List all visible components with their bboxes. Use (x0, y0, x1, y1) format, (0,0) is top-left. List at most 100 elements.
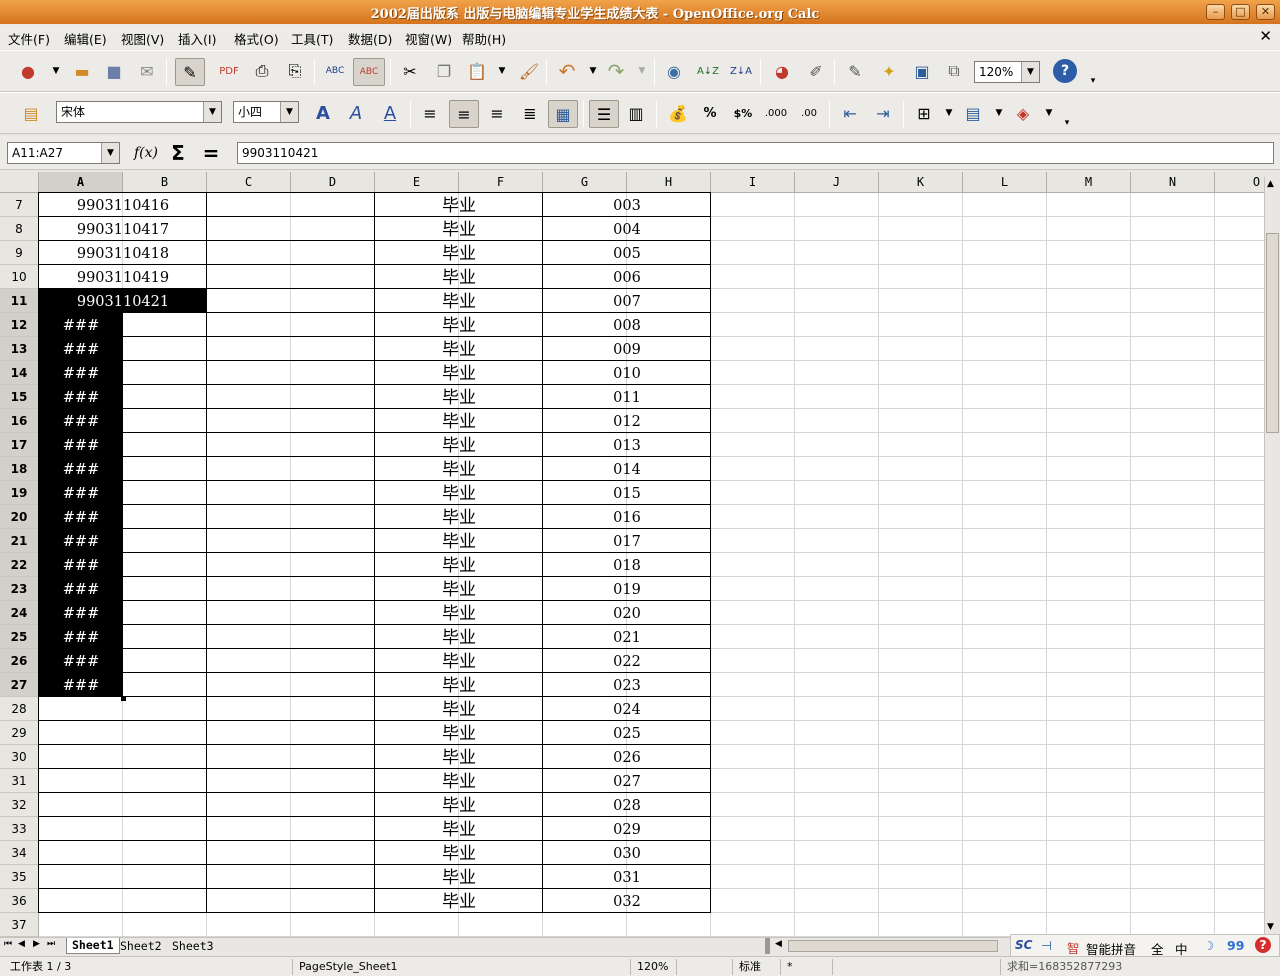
save-icon[interactable]: ■ (102, 59, 126, 83)
copy-icon[interactable]: ❐ (432, 59, 456, 83)
status-cell[interactable]: 毕业 (375, 361, 543, 385)
borders-dropdown-icon[interactable]: ▼ (937, 101, 961, 125)
status-cell[interactable]: 毕业 (375, 625, 543, 649)
column-header-f[interactable]: F (459, 172, 543, 193)
font-size-select[interactable]: 小四 ▼ (233, 101, 299, 123)
status-cell[interactable]: 毕业 (375, 745, 543, 769)
row-header[interactable]: 22 (0, 553, 39, 577)
help-icon[interactable]: ? (1053, 59, 1077, 83)
number-cell[interactable]: 014 (543, 457, 711, 481)
number-cell[interactable]: 022 (543, 649, 711, 673)
row-header[interactable]: 20 (0, 505, 39, 529)
menu-data[interactable]: 数据(D) (348, 29, 392, 48)
student-id-cell[interactable]: ### (39, 361, 123, 384)
align-vertical-center-icon[interactable]: ▥ (624, 101, 648, 125)
minimize-button[interactable]: – (1206, 4, 1225, 20)
increase-indent-icon[interactable]: ⇥ (871, 101, 895, 125)
scim-logo-icon[interactable]: SC (1015, 938, 1032, 952)
student-id-cell[interactable]: ### (39, 313, 123, 336)
column-header-e[interactable]: E (375, 172, 459, 193)
number-cell[interactable]: 008 (543, 313, 711, 337)
add-decimal-icon[interactable]: .000 (764, 101, 788, 125)
number-cell[interactable]: 031 (543, 865, 711, 889)
percent-format-icon[interactable]: % (698, 101, 722, 125)
column-header-c[interactable]: C (207, 172, 291, 193)
row-header[interactable]: 25 (0, 625, 39, 649)
status-cell[interactable]: 毕业 (375, 865, 543, 889)
toolbar-options-icon[interactable]: ▾ (1055, 111, 1079, 135)
row-header[interactable]: 11 (0, 289, 39, 313)
sort-ascending-icon[interactable]: A↓Z (696, 59, 720, 83)
toolbar-options-icon[interactable]: ▾ (1081, 69, 1105, 93)
number-cell[interactable]: 023 (543, 673, 711, 697)
status-cell[interactable]: 毕业 (375, 529, 543, 553)
status-cell[interactable]: 毕业 (375, 553, 543, 577)
column-header-b[interactable]: B (123, 172, 207, 193)
styles-formatting-icon[interactable]: ▤ (19, 101, 43, 125)
status-cell[interactable]: 毕业 (375, 673, 543, 697)
number-cell[interactable]: 007 (543, 289, 711, 313)
row-header[interactable]: 17 (0, 433, 39, 457)
formula-input[interactable]: 9903110421 (237, 142, 1274, 164)
sheet-tab-3[interactable]: Sheet3 (172, 939, 214, 953)
student-id-cell[interactable]: ### (39, 385, 123, 408)
merge-cells-icon[interactable]: ▦ (548, 100, 578, 128)
student-id-cell[interactable]: ### (39, 601, 123, 624)
row-header[interactable]: 12 (0, 313, 39, 337)
function-wizard-icon[interactable]: f(x) (134, 141, 158, 165)
student-id-cell[interactable]: ### (39, 625, 123, 648)
row-header[interactable]: 30 (0, 745, 39, 769)
menu-tools[interactable]: 工具(T) (291, 29, 333, 48)
status-cell[interactable]: 毕业 (375, 505, 543, 529)
number-cell[interactable]: 030 (543, 841, 711, 865)
print-preview-icon[interactable]: ⎘ (283, 59, 307, 83)
standard-format-icon[interactable]: $% (731, 101, 755, 125)
number-cell[interactable]: 006 (543, 265, 711, 289)
row-header[interactable]: 34 (0, 841, 39, 865)
underline-icon[interactable]: A (378, 101, 402, 125)
ime-quote-icon[interactable]: 99 (1227, 938, 1244, 953)
row-header[interactable]: 7 (0, 193, 39, 217)
scroll-left-icon[interactable]: ◀ (775, 939, 782, 949)
ime-punct-icon[interactable]: ☽ (1203, 938, 1214, 953)
bold-icon[interactable]: A (311, 101, 335, 125)
row-header[interactable]: 19 (0, 481, 39, 505)
sort-descending-icon[interactable]: Z↓A (729, 59, 753, 83)
page-style[interactable]: PageStyle_Sheet1 (292, 959, 612, 975)
horizontal-scroll-thumb[interactable] (788, 940, 998, 952)
status-cell[interactable]: 毕业 (375, 481, 543, 505)
sheet-tab-2[interactable]: Sheet2 (120, 939, 162, 953)
row-header[interactable]: 36 (0, 889, 39, 913)
row-header[interactable]: 32 (0, 793, 39, 817)
number-cell[interactable]: 009 (543, 337, 711, 361)
row-header[interactable]: 29 (0, 721, 39, 745)
last-sheet-icon[interactable]: ⏭ (47, 939, 55, 949)
maximize-button[interactable]: □ (1231, 4, 1250, 20)
new-dropdown-icon[interactable]: ▼ (44, 59, 68, 83)
first-sheet-icon[interactable]: ⏮ (4, 939, 12, 949)
menu-format[interactable]: 格式(O) (234, 29, 279, 48)
close-document-icon[interactable]: ✕ (1259, 27, 1272, 45)
vertical-scroll-thumb[interactable] (1266, 233, 1279, 433)
number-cell[interactable]: 015 (543, 481, 711, 505)
status-cell[interactable]: 毕业 (375, 313, 543, 337)
number-cell[interactable]: 003 (543, 193, 711, 217)
number-cell[interactable]: 021 (543, 625, 711, 649)
function-icon[interactable]: = (199, 141, 223, 165)
status-cell[interactable]: 毕业 (375, 817, 543, 841)
row-header[interactable]: 18 (0, 457, 39, 481)
student-id-cell[interactable]: ### (39, 577, 123, 600)
selection-mode[interactable]: 标准 (732, 959, 776, 975)
column-header-a[interactable]: A (39, 172, 123, 193)
tab-splitter[interactable] (765, 938, 770, 954)
column-header-k[interactable]: K (879, 172, 963, 193)
column-header-o[interactable]: O (1215, 172, 1264, 193)
ime-help-icon[interactable]: ? (1255, 937, 1271, 953)
menu-edit[interactable]: 编辑(E) (64, 29, 107, 48)
row-header[interactable]: 9 (0, 241, 39, 265)
column-header-d[interactable]: D (291, 172, 375, 193)
align-top-icon[interactable]: ☰ (589, 100, 619, 128)
status-cell[interactable]: 毕业 (375, 889, 543, 913)
vertical-scrollbar[interactable]: ▲ ▼ (1264, 177, 1280, 934)
paste-dropdown-icon[interactable]: ▼ (490, 59, 514, 83)
